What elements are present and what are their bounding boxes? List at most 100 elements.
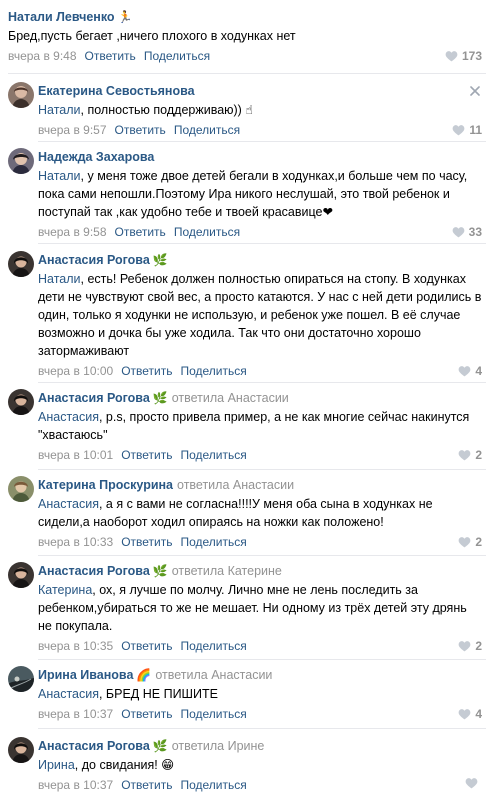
avatar[interactable] — [8, 476, 34, 502]
comment-date[interactable]: вчера в 10:33 — [38, 535, 113, 549]
author-name[interactable]: Анастасия Рогова — [38, 253, 150, 267]
comment-date[interactable]: вчера в 10:37 — [38, 707, 113, 721]
heart-icon — [458, 366, 471, 377]
comment-body: Катерина Проскурина ответила Анастасии Ан… — [38, 476, 482, 550]
avatar[interactable] — [8, 389, 34, 415]
comment-text-content: , p.s, просто привела пример, а не как м… — [38, 410, 470, 442]
author-name[interactable]: Анастасия Рогова — [38, 739, 150, 753]
heart-icon — [458, 641, 471, 652]
comment-date[interactable]: вчера в 9:58 — [38, 225, 107, 239]
comment-body: Ирина Иванова 🌈 ответила Анастасии Анастас… — [38, 666, 482, 722]
mention-link[interactable]: Натали — [38, 169, 81, 183]
share-button[interactable]: Поделиться — [180, 448, 246, 462]
share-button[interactable]: Поделиться — [180, 535, 246, 549]
reply-button[interactable]: Ответить — [115, 123, 166, 137]
comment-date[interactable]: вчера в 9:57 — [38, 123, 107, 137]
divider — [38, 555, 486, 556]
comment-meta: вчера в 9:48 Ответить Поделиться 173 — [8, 48, 482, 64]
share-button[interactable]: Поделиться — [174, 123, 240, 137]
like-button[interactable]: 2 — [458, 534, 482, 550]
comment-text: Анастасия, БРЕД НЕ ПИШИТЕ — [38, 685, 482, 703]
author-name[interactable]: Анастасия Рогова — [38, 564, 150, 578]
comment-text-content: , до свидания! 😁 — [74, 758, 175, 772]
like-button[interactable]: 2 — [458, 638, 482, 654]
avatar[interactable] — [8, 148, 34, 174]
author-name[interactable]: Надежда Захарова — [38, 150, 154, 164]
reply-button[interactable]: Ответить — [121, 707, 172, 721]
comment-date[interactable]: вчера в 10:00 — [38, 364, 113, 378]
author-badge: 🌿 — [152, 739, 168, 753]
reply-to-label[interactable]: ответила Анастасии — [155, 668, 272, 682]
comment-meta: вчера в 10:01 Ответить Поделиться 2 — [38, 447, 482, 463]
like-count: 2 — [475, 639, 482, 653]
like-button[interactable]: 4 — [458, 706, 482, 722]
like-button[interactable]: 173 — [445, 48, 482, 64]
reply-button[interactable]: Ответить — [121, 639, 172, 653]
like-count: 33 — [468, 225, 482, 239]
mention-link[interactable]: Анастасия — [38, 687, 99, 701]
comment-date[interactable]: вчера в 10:37 — [38, 778, 113, 792]
like-button[interactable]: 33 — [452, 224, 482, 240]
comments-feed: Натали Левченко 🏃 Бред,пусть бегает ,ниче… — [0, 0, 494, 794]
mention-link[interactable]: Катерина — [38, 583, 92, 597]
divider — [8, 73, 486, 74]
divider — [38, 728, 486, 729]
comment-body: Надежда Захарова Натали, у меня тоже дво… — [38, 148, 482, 240]
comment-meta: вчера в 10:00 Ответить Поделиться 4 — [38, 363, 482, 379]
avatar[interactable] — [8, 82, 34, 108]
reply-button[interactable]: Ответить — [115, 225, 166, 239]
comment-header: Натали Левченко 🏃 — [8, 8, 482, 25]
author-name[interactable]: Екатерина Севостьянова — [38, 84, 195, 98]
author-name[interactable]: Анастасия Рогова — [38, 391, 150, 405]
comment-text-content: , полностью поддерживаю)) ☝ — [80, 103, 253, 117]
comment-date[interactable]: вчера в 10:01 — [38, 448, 113, 462]
mention-link[interactable]: Ирина — [38, 758, 75, 772]
reply-button[interactable]: Ответить — [121, 535, 172, 549]
mention-link[interactable]: Натали — [38, 272, 81, 286]
divider — [38, 141, 486, 142]
share-button[interactable]: Поделиться — [180, 639, 246, 653]
like-button[interactable]: 4 — [458, 363, 482, 379]
heart-icon — [452, 125, 465, 136]
avatar[interactable] — [8, 666, 34, 692]
mention-link[interactable]: Натали — [38, 103, 81, 117]
comment-header: Анастасия Рогова 🌿 ответила Катерине — [38, 562, 482, 579]
share-button[interactable]: Поделиться — [144, 49, 210, 63]
comment-date[interactable]: вчера в 9:48 — [8, 49, 77, 63]
reply-to-label[interactable]: ответила Ирине — [172, 739, 265, 753]
share-button[interactable]: Поделиться — [180, 778, 246, 792]
avatar[interactable] — [8, 562, 34, 588]
reply-button[interactable]: Ответить — [85, 49, 136, 63]
mention-link[interactable]: Анастасия — [38, 497, 99, 511]
author-name[interactable]: Натали Левченко — [8, 10, 115, 24]
mention-link[interactable]: Анастасия — [38, 410, 99, 424]
reply-to-label[interactable]: ответила Анастасии — [177, 478, 294, 492]
reply-to-label[interactable]: ответила Анастасии — [172, 391, 289, 405]
like-button[interactable] — [465, 777, 482, 789]
reply-button[interactable]: Ответить — [121, 448, 172, 462]
comment-text: Натали, полностью поддерживаю)) ☝ — [38, 101, 482, 119]
like-count: 2 — [475, 535, 482, 549]
comment-header: Екатерина Севостьянова — [38, 82, 482, 99]
comment-text-content: , у меня тоже двое детей бегали в ходунк… — [38, 169, 468, 219]
reply-to-label[interactable]: ответила Катерине — [172, 564, 282, 578]
share-button[interactable]: Поделиться — [180, 707, 246, 721]
like-button[interactable]: 2 — [458, 447, 482, 463]
avatar[interactable] — [8, 251, 34, 277]
share-button[interactable]: Поделиться — [180, 364, 246, 378]
comment-body: Натали Левченко 🏃 Бред,пусть бегает ,ниче… — [8, 8, 482, 64]
comment-date[interactable]: вчера в 10:35 — [38, 639, 113, 653]
like-count: 4 — [475, 707, 482, 721]
share-button[interactable]: Поделиться — [174, 225, 240, 239]
comment-header: Ирина Иванова 🌈 ответила Анастасии — [38, 666, 482, 683]
reply-button[interactable]: Ответить — [121, 364, 172, 378]
heart-icon — [452, 227, 465, 238]
comment-meta: вчера в 10:35 Ответить Поделиться 2 — [38, 638, 482, 654]
reply-button[interactable]: Ответить — [121, 778, 172, 792]
author-name[interactable]: Катерина Проскурина — [38, 478, 173, 492]
author-badge: 🌿 — [152, 391, 168, 405]
avatar[interactable] — [8, 737, 34, 763]
like-count: 11 — [469, 123, 482, 137]
author-name[interactable]: Ирина Иванова — [38, 668, 133, 682]
like-button[interactable]: 11 — [452, 122, 482, 138]
